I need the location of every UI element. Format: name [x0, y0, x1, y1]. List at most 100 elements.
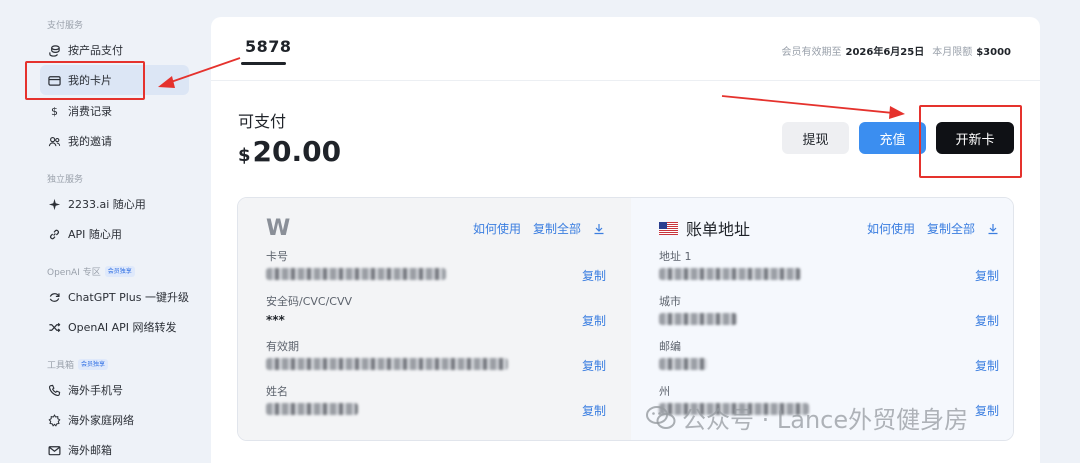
sidebar-item-label: 海外邮箱: [68, 444, 112, 457]
us-flag-icon: [659, 221, 678, 235]
sidebar-item-label: ChatGPT Plus 一键升级: [68, 291, 189, 304]
field-label: 州: [659, 385, 670, 398]
field-label: 邮编: [659, 340, 681, 353]
cardholder-name-value: [266, 403, 606, 418]
sparkle-icon: [48, 198, 61, 211]
copy-city-button[interactable]: 复制: [975, 312, 999, 329]
field-label: 姓名: [266, 385, 288, 398]
card-number-value: [266, 268, 606, 283]
billing-header: 账单地址: [659, 216, 750, 240]
state-field: 州 复制: [659, 383, 999, 418]
field-label: 地址 1: [659, 250, 692, 263]
recharge-button[interactable]: 充值: [859, 122, 926, 154]
main-panel: 5878 会员有效期至 2026年6月25日 本月限额 $3000 可支付 $ 20.…: [211, 17, 1040, 463]
copy-zip-button[interactable]: 复制: [975, 357, 999, 374]
state-value: [659, 403, 999, 418]
field-label: 安全码/CVC/CVV: [266, 295, 353, 308]
sidebar-item-my-invites[interactable]: 我的邀请: [40, 126, 189, 156]
sidebar-item-label: 海外手机号: [68, 384, 123, 397]
address-field: 地址 1 复制: [659, 248, 999, 283]
limit-value: $3000: [976, 47, 1011, 58]
sidebar-item-label: 我的卡片: [68, 74, 112, 87]
zip-value: [659, 358, 999, 373]
zip-field: 邮编 复制: [659, 338, 999, 373]
sidebar: 支付服务 按产品支付 我的卡片 $ 消费记录 我的邀请 独立服务 2233.ai…: [0, 0, 200, 463]
sidebar-item-label: OpenAI API 网络转发: [68, 321, 177, 334]
expiry-label: 会员有效期至: [781, 47, 842, 58]
copy-all-link[interactable]: 复制全部: [533, 220, 581, 237]
amount-value: 20.00: [252, 135, 342, 168]
billing-address-panel: 账单地址 如何使用 复制全部 地址 1 复制 城市 复制 邮编 复制 州 复制: [631, 198, 1013, 440]
card-details-box: W 如何使用 复制全部 卡号 复制 安全码/CVC/CVV *** 复制 有效期…: [237, 197, 1014, 441]
expiry-value: 2026年6月25日: [845, 47, 925, 58]
sidebar-item-2233-ai[interactable]: 2233.ai 随心用: [40, 189, 189, 219]
dollar-icon: $: [51, 104, 58, 118]
cvv-field: 安全码/CVC/CVV *** 复制: [266, 293, 606, 328]
refresh-icon: [48, 291, 61, 304]
billing-panel-actions: 如何使用 复制全部: [867, 220, 999, 237]
copy-all-link[interactable]: 复制全部: [927, 220, 975, 237]
card-header-bar: 5878 会员有效期至 2026年6月25日 本月限额 $3000: [211, 17, 1040, 81]
sidebar-item-overseas-home-network[interactable]: 海外家庭网络: [40, 405, 189, 435]
group-title-payment: 支付服务: [47, 21, 84, 31]
how-to-use-link[interactable]: 如何使用: [473, 220, 521, 237]
currency-symbol: $: [238, 145, 251, 166]
limit-label: 本月限额: [932, 47, 973, 58]
copy-expiry-button[interactable]: 复制: [582, 357, 606, 374]
group-title-toolbox: 工具箱 会员独享: [47, 358, 109, 371]
redacted-value: [266, 268, 446, 280]
redacted-value: [659, 403, 809, 415]
copy-name-button[interactable]: 复制: [582, 402, 606, 419]
sidebar-item-label: API 随心用: [68, 228, 122, 241]
download-icon[interactable]: [987, 223, 999, 235]
cvv-value: ***: [266, 313, 285, 327]
sidebar-item-spending-records[interactable]: $ 消费记录: [40, 96, 189, 126]
sidebar-item-api[interactable]: API 随心用: [40, 219, 189, 249]
sidebar-item-label: 海外家庭网络: [68, 414, 134, 427]
withdraw-button[interactable]: 提现: [782, 122, 849, 154]
coins-icon: [48, 44, 61, 57]
mail-icon: [48, 444, 61, 457]
copy-address-button[interactable]: 复制: [975, 267, 999, 284]
link-icon: [48, 228, 61, 241]
sidebar-item-openai-api-proxy[interactable]: OpenAI API 网络转发: [40, 312, 189, 342]
group-title-independent: 独立服务: [47, 175, 84, 185]
group-title-openai: OpenAI 专区 会员独享: [47, 265, 135, 278]
credit-card-icon: [48, 74, 61, 87]
expiry-field: 有效期 复制: [266, 338, 606, 373]
city-value: [659, 313, 999, 328]
sidebar-item-chatgpt-plus[interactable]: ChatGPT Plus 一键升级: [40, 282, 189, 312]
new-card-button[interactable]: 开新卡: [936, 122, 1014, 154]
copy-cvv-button[interactable]: 复制: [582, 312, 606, 329]
redacted-value: [659, 313, 737, 325]
member-badge: 会员独享: [78, 359, 109, 370]
sidebar-item-my-cards[interactable]: 我的卡片: [40, 65, 189, 95]
tab-card-5878[interactable]: 5878: [245, 37, 292, 56]
field-label: 城市: [659, 295, 681, 308]
membership-info: 会员有效期至 2026年6月25日 本月限额 $3000: [781, 43, 1011, 58]
phone-icon: [48, 384, 61, 397]
copy-state-button[interactable]: 复制: [975, 402, 999, 419]
field-label: 有效期: [266, 340, 299, 353]
download-icon[interactable]: [593, 223, 605, 235]
network-icon: [48, 413, 61, 427]
balance-amount: $ 20.00: [238, 135, 341, 168]
card-number-field: 卡号 复制: [266, 248, 606, 283]
redacted-value: [266, 358, 508, 370]
how-to-use-link[interactable]: 如何使用: [867, 220, 915, 237]
sidebar-item-overseas-phone[interactable]: 海外手机号: [40, 375, 189, 405]
redacted-value: [266, 403, 358, 415]
copy-card-number-button[interactable]: 复制: [582, 267, 606, 284]
sidebar-item-label: 2233.ai 随心用: [68, 198, 146, 211]
card-brand-logo: W: [266, 216, 291, 241]
sidebar-item-label: 按产品支付: [68, 44, 123, 57]
redacted-value: [659, 358, 707, 370]
active-tab-indicator: [241, 62, 286, 65]
redacted-value: [659, 268, 801, 280]
cardholder-name-field: 姓名 复制: [266, 383, 606, 418]
sidebar-item-label: 我的邀请: [68, 135, 112, 148]
sidebar-item-pay-by-product[interactable]: 按产品支付: [40, 35, 189, 65]
sidebar-item-overseas-mail[interactable]: 海外邮箱: [40, 435, 189, 463]
city-field: 城市 复制: [659, 293, 999, 328]
field-label: 卡号: [266, 250, 288, 263]
